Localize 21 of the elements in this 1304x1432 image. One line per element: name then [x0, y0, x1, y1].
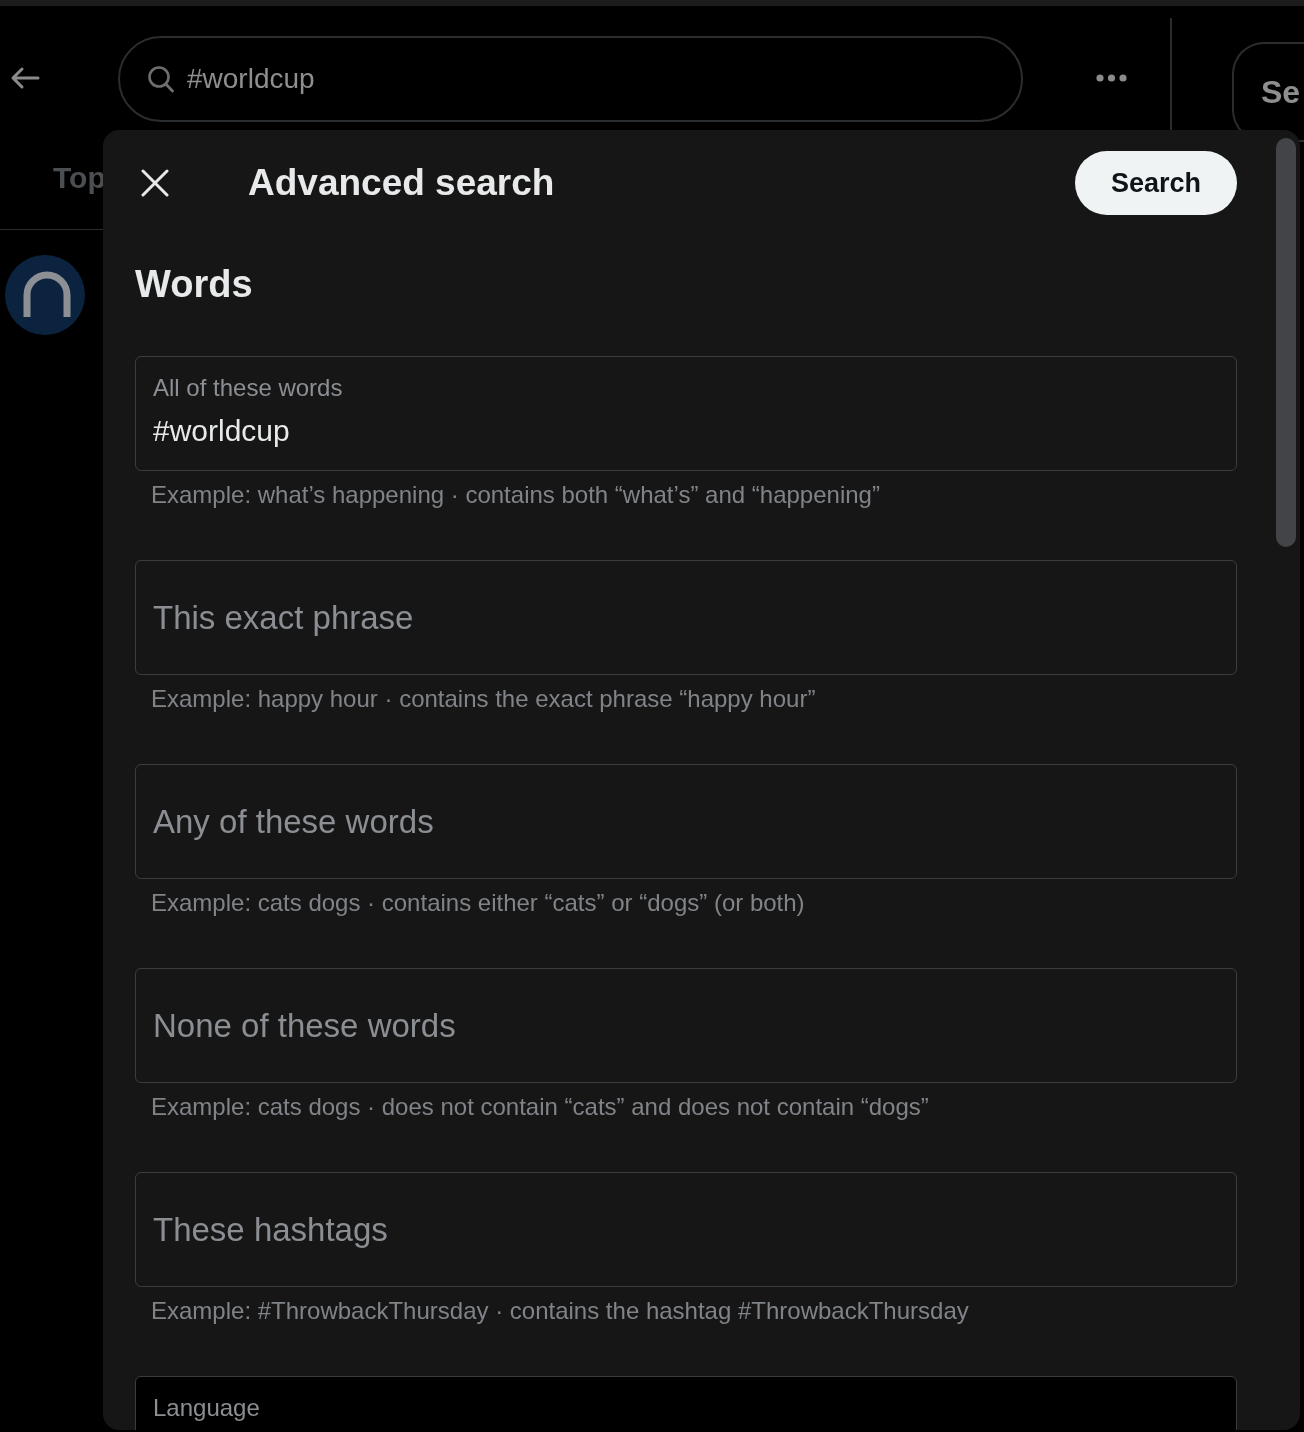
close-icon [141, 169, 169, 197]
section-heading: Words [135, 262, 254, 306]
hint-text: Example: happy hour · contains the exact phrase “happy hour” [150, 685, 817, 713]
hint-text: Example: #ThrowbackThursday · contains the hashtag #ThrowbackThursday [150, 1297, 970, 1325]
avatar-icon [5, 255, 85, 335]
text-field[interactable]: These hashtags [135, 1172, 1237, 1287]
text-field[interactable]: Any of these words [135, 764, 1237, 879]
text-field[interactable]: This exact phrase [135, 560, 1237, 675]
back-arrow-icon[interactable] [10, 66, 40, 90]
hint-text: Example: cats dogs · contains either “cats” or “dogs” (or both) [150, 889, 806, 917]
text-field[interactable]: All of these words #worldcup [135, 356, 1237, 471]
search-field[interactable]: #worldcup [118, 36, 1023, 122]
search-icon [148, 65, 174, 93]
more-icon[interactable] [1096, 74, 1127, 82]
search-button[interactable]: Search [1075, 151, 1237, 215]
dialog-title: Advanced search [248, 162, 555, 204]
language-select[interactable]: Language [135, 1376, 1237, 1430]
hint-text: Example: cats dogs · does not contain “cats” and does not contain “dogs” [150, 1093, 930, 1121]
scrollbar-thumb[interactable] [1276, 138, 1296, 547]
text-field[interactable]: None of these words [135, 968, 1237, 1083]
hint-text: Example: what’s happening · contains both “what’s” and “happening” [150, 481, 881, 509]
